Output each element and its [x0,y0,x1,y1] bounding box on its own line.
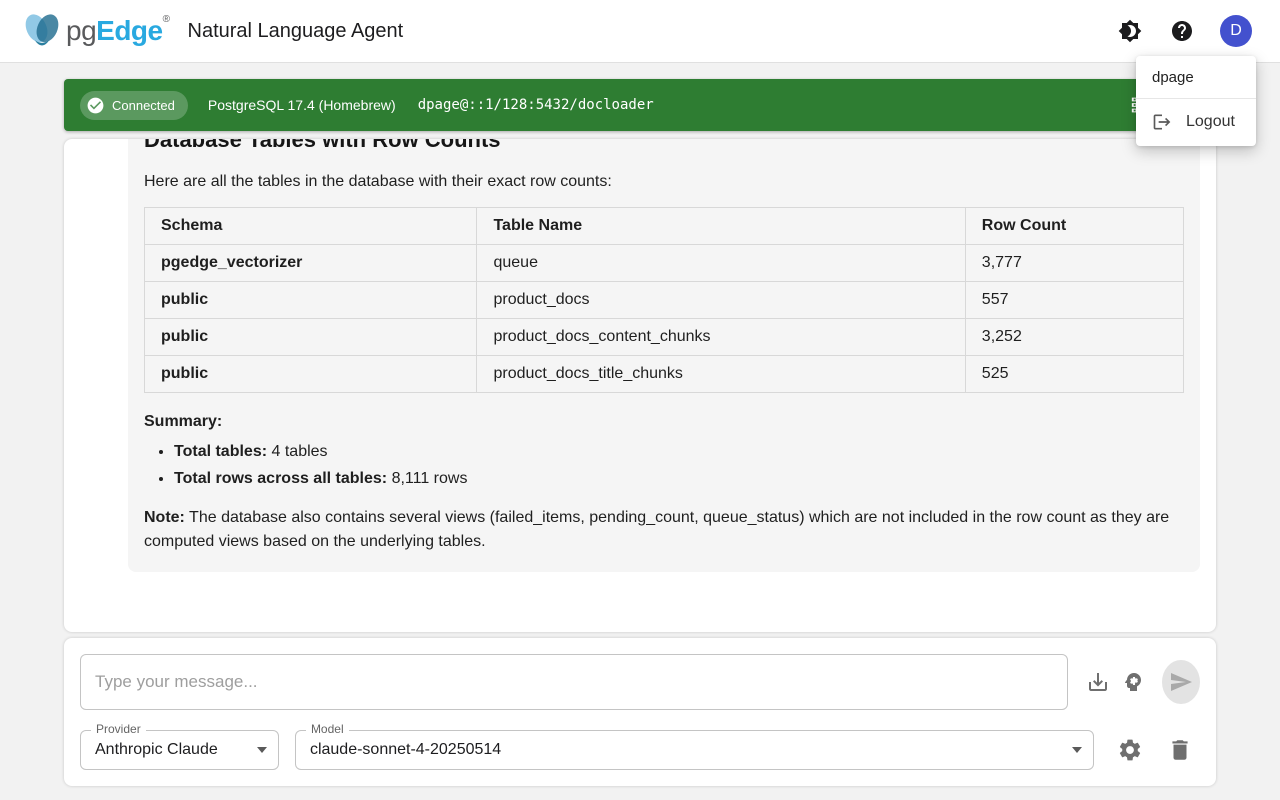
header-actions: D [1116,15,1252,47]
summary-item: Total tables: 4 tables [174,443,1184,461]
logout-label: Logout [1186,113,1235,131]
table-name-cell: product_docs_title_chunks [477,356,965,393]
column-header-row-count: Row Count [965,208,1183,245]
row-counts-table: Schema Table Name Row Count pgedge_vecto… [144,207,1184,393]
column-header-schema: Schema [145,208,477,245]
menu-username: dpage [1136,63,1256,94]
provider-label: Provider [91,722,146,736]
user-menu: dpage Logout [1136,56,1256,146]
user-avatar[interactable]: D [1220,15,1252,47]
composer-panel: Provider Anthropic Claude Model claude-s… [64,638,1216,786]
connected-label: Connected [112,98,175,113]
gear-icon[interactable] [1111,730,1151,770]
row-count-cell: 3,252 [965,319,1183,356]
table-name-cell: queue [477,245,965,282]
schema-cell: public [145,356,477,393]
row-count-cell: 557 [965,282,1183,319]
note-paragraph: Note: The database also contains several… [144,506,1184,554]
help-icon[interactable] [1168,17,1196,45]
check-circle-icon [86,96,105,115]
connection-string: dpage@::1/128:5432/docloader [418,97,654,113]
pgedge-logo-text: pgEdge® [66,17,170,45]
summary-heading: Summary: [144,413,1184,431]
logout-menu-item[interactable]: Logout [1136,105,1256,139]
row-count-cell: 525 [965,356,1183,393]
schema-cell: pgedge_vectorizer [145,245,477,282]
chevron-down-icon [257,747,267,753]
chat-panel: Database Tables with Row Counts Here are… [64,139,1216,632]
table-name-cell: product_docs_content_chunks [477,319,965,356]
assistant-message: Database Tables with Row Counts Here are… [128,139,1200,572]
table-name-cell: product_docs [477,282,965,319]
column-header-table-name: Table Name [477,208,965,245]
row-count-cell: 3,777 [965,245,1183,282]
summary-item: Total rows across all tables: 8,111 rows [174,470,1184,488]
table-row: public product_docs 557 [145,282,1184,319]
connected-badge: Connected [80,91,188,120]
table-header-row: Schema Table Name Row Count [145,208,1184,245]
composer-settings-row: Provider Anthropic Claude Model claude-s… [80,730,1200,770]
chevron-down-icon [1072,747,1082,753]
app-header: pgEdge® Natural Language Agent D [0,0,1280,63]
provider-select[interactable]: Provider Anthropic Claude [80,730,279,770]
model-value: claude-sonnet-4-20250514 [310,741,501,759]
provider-value: Anthropic Claude [95,741,218,759]
connection-status-bar: Connected PostgreSQL 17.4 (Homebrew) dpa… [64,79,1216,131]
message-intro: Here are all the tables in the database … [144,173,1184,191]
send-icon [1169,670,1193,694]
message-heading: Database Tables with Row Counts [144,139,1184,153]
send-button[interactable] [1162,660,1200,704]
table-row: public product_docs_content_chunks 3,252 [145,319,1184,356]
trash-icon[interactable] [1160,730,1200,770]
message-input[interactable] [80,654,1068,710]
summary-list: Total tables: 4 tables Total rows across… [144,443,1184,488]
table-row: public product_docs_title_chunks 525 [145,356,1184,393]
logout-icon [1152,112,1172,132]
model-select[interactable]: Model claude-sonnet-4-20250514 [295,730,1094,770]
schema-cell: public [145,319,477,356]
page-title: Natural Language Agent [188,20,404,43]
pgedge-logo-icon [20,11,64,51]
psychology-icon[interactable] [1116,662,1151,702]
server-version: PostgreSQL 17.4 (Homebrew) [208,97,396,113]
theme-toggle-icon[interactable] [1116,17,1144,45]
download-icon[interactable] [1081,662,1116,702]
pgedge-logo: pgEdge® [20,11,170,51]
schema-cell: public [145,282,477,319]
composer-input-row [80,654,1200,710]
menu-divider [1136,98,1256,99]
table-row: pgedge_vectorizer queue 3,777 [145,245,1184,282]
model-label: Model [306,722,349,736]
